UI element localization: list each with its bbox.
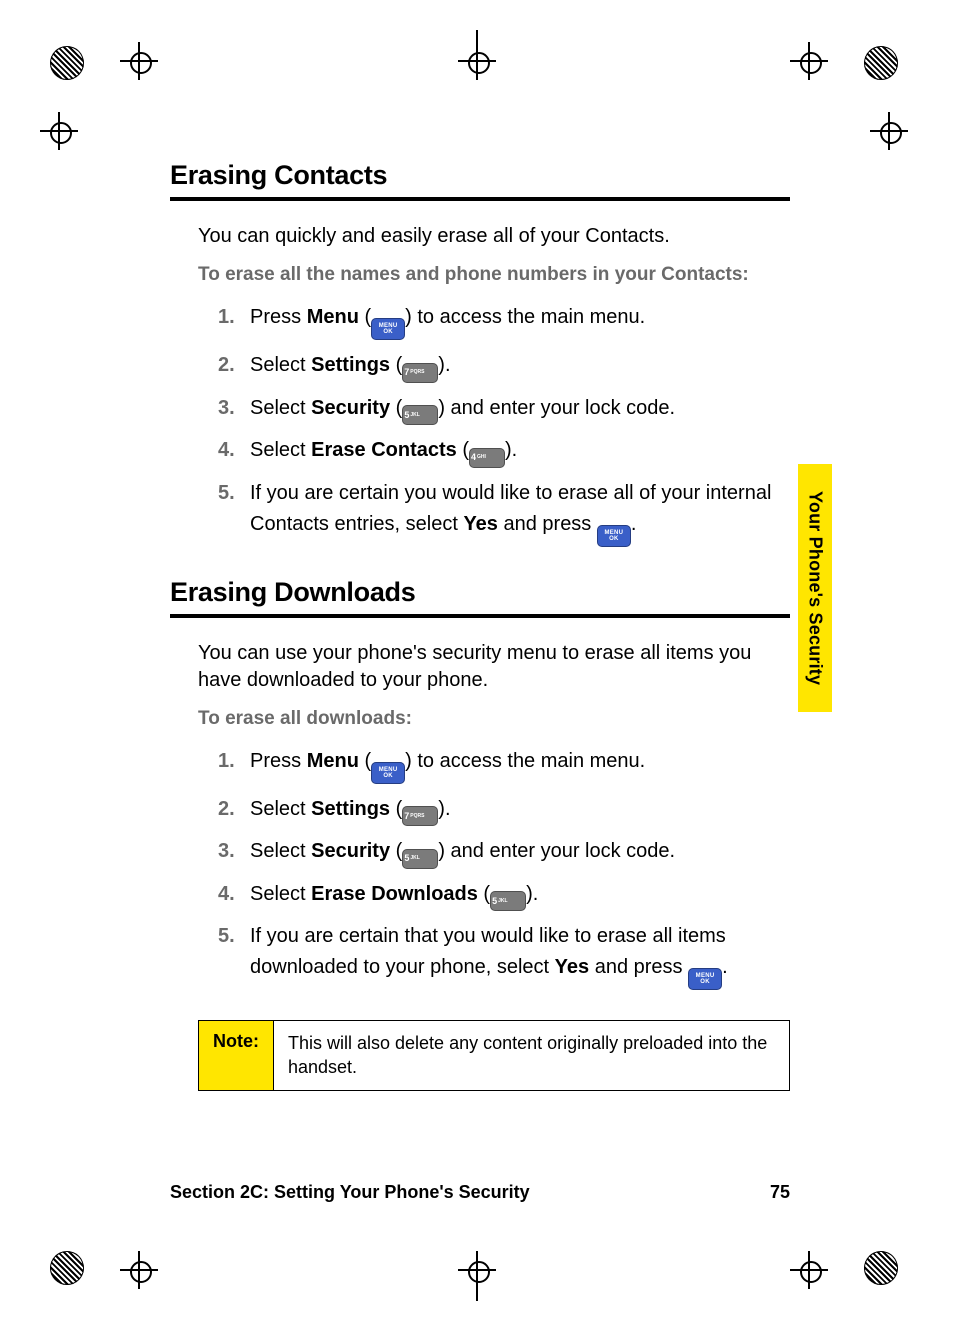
section-intro: You can quickly and easily erase all of … — [198, 223, 790, 250]
note-box: Note: This will also delete any content … — [198, 1020, 790, 1091]
keypad-7-key-icon: 7PQRS — [402, 806, 438, 826]
step-number: 4. — [218, 879, 250, 910]
note-label: Note: — [199, 1021, 274, 1090]
step-text: Select Erase Contacts (4GHI). — [250, 435, 790, 468]
registration-hatch-icon — [50, 1251, 84, 1285]
registration-hatch-icon — [50, 46, 84, 80]
section-subhead: To erase all the names and phone numbers… — [198, 264, 790, 286]
registration-mark-icon — [46, 118, 72, 144]
footer-section: Section 2C: Setting Your Phone's Securit… — [170, 1182, 530, 1203]
menu-ok-key-icon: MENUOK — [597, 525, 631, 547]
keypad-5-key-icon: 5JKL — [402, 849, 438, 869]
step-list: 1.Press Menu (MENUOK) to access the main… — [218, 302, 790, 547]
registration-mark-icon — [876, 118, 902, 144]
side-tab: Your Phone's Security — [798, 464, 832, 712]
note-text: This will also delete any content origin… — [274, 1021, 789, 1090]
footer-page-number: 75 — [770, 1182, 790, 1203]
step-text: Select Erase Downloads (5JKL). — [250, 879, 790, 912]
menu-ok-key-icon: MENUOK — [371, 762, 405, 784]
step-number: 3. — [218, 836, 250, 867]
registration-hatch-icon — [864, 1251, 898, 1285]
registration-mark-icon — [796, 48, 822, 74]
step-item: 2.Select Settings (7PQRS). — [218, 350, 790, 383]
side-tab-label: Your Phone's Security — [805, 491, 826, 685]
registration-mark-icon — [126, 48, 152, 74]
step-list: 1.Press Menu (MENUOK) to access the main… — [218, 746, 790, 991]
keypad-4-key-icon: 4GHI — [469, 448, 505, 468]
step-text: Select Settings (7PQRS). — [250, 350, 790, 383]
step-text: Select Security (5JKL) and enter your lo… — [250, 836, 790, 869]
step-item: 4.Select Erase Downloads (5JKL). — [218, 879, 790, 912]
step-number: 3. — [218, 393, 250, 424]
step-text: Select Security (5JKL) and enter your lo… — [250, 393, 790, 426]
step-number: 1. — [218, 746, 250, 777]
section-rule — [170, 197, 790, 201]
registration-mark-icon — [796, 1257, 822, 1283]
step-number: 5. — [218, 921, 250, 952]
section-subhead: To erase all downloads: — [198, 708, 790, 730]
menu-ok-key-icon: MENUOK — [371, 318, 405, 340]
step-number: 5. — [218, 478, 250, 509]
section-title: Erasing Contacts — [170, 160, 790, 191]
page-footer: Section 2C: Setting Your Phone's Securit… — [170, 1182, 790, 1203]
menu-ok-key-icon: MENUOK — [688, 968, 722, 990]
step-text: Press Menu (MENUOK) to access the main m… — [250, 302, 790, 340]
crop-mark-icon — [476, 1255, 478, 1301]
section-title: Erasing Downloads — [170, 577, 790, 608]
registration-mark-icon — [126, 1257, 152, 1283]
step-number: 4. — [218, 435, 250, 466]
step-item: 5.If you are certain that you would like… — [218, 921, 790, 990]
step-text: If you are certain that you would like t… — [250, 921, 790, 990]
step-item: 3.Select Security (5JKL) and enter your … — [218, 393, 790, 426]
step-item: 1.Press Menu (MENUOK) to access the main… — [218, 302, 790, 340]
step-item: 1.Press Menu (MENUOK) to access the main… — [218, 746, 790, 784]
step-item: 3.Select Security (5JKL) and enter your … — [218, 836, 790, 869]
section-intro: You can use your phone's security menu t… — [198, 640, 790, 694]
step-item: 2.Select Settings (7PQRS). — [218, 794, 790, 827]
step-item: 5.If you are certain you would like to e… — [218, 478, 790, 547]
step-text: Press Menu (MENUOK) to access the main m… — [250, 746, 790, 784]
section-rule — [170, 614, 790, 618]
page-content: Erasing Contacts You can quickly and eas… — [170, 160, 790, 1091]
step-item: 4.Select Erase Contacts (4GHI). — [218, 435, 790, 468]
keypad-5-key-icon: 5JKL — [402, 405, 438, 425]
step-number: 2. — [218, 794, 250, 825]
registration-hatch-icon — [864, 46, 898, 80]
step-number: 2. — [218, 350, 250, 381]
step-text: If you are certain you would like to era… — [250, 478, 790, 547]
crop-mark-icon — [476, 30, 478, 76]
keypad-7-key-icon: 7PQRS — [402, 363, 438, 383]
step-text: Select Settings (7PQRS). — [250, 794, 790, 827]
step-number: 1. — [218, 302, 250, 333]
keypad-5-key-icon: 5JKL — [490, 891, 526, 911]
